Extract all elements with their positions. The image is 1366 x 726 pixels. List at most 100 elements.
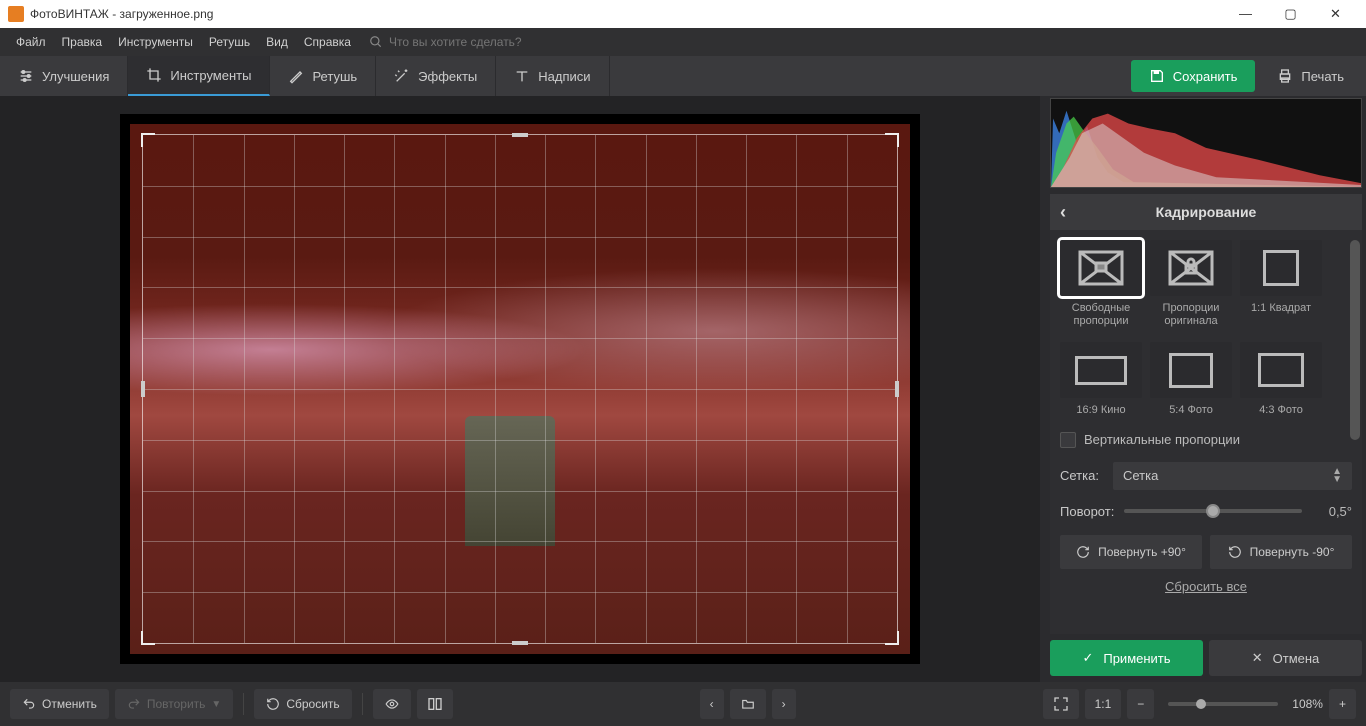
tab-improvements[interactable]: Улучшения — [0, 56, 128, 96]
menu-view[interactable]: Вид — [258, 35, 296, 49]
reset-button[interactable]: Сбросить — [254, 689, 351, 719]
slider-knob[interactable] — [1196, 699, 1206, 709]
crop-handle-left[interactable] — [141, 381, 145, 397]
chevron-right-icon: › — [782, 697, 786, 711]
menu-edit[interactable]: Правка — [54, 35, 111, 49]
chevron-down-icon: ▼ — [211, 699, 221, 710]
grid-select[interactable]: Сетка ▲▼ — [1113, 462, 1352, 490]
save-button[interactable]: Сохранить — [1131, 60, 1256, 92]
crop-handle-bl[interactable] — [141, 631, 155, 645]
tab-captions[interactable]: Надписи — [496, 56, 609, 96]
crop-handle-right[interactable] — [895, 381, 899, 397]
chevron-left-icon: ‹ — [710, 697, 714, 711]
rotate-ccw-icon — [1228, 545, 1242, 559]
redo-button[interactable]: Повторить ▼ — [115, 689, 233, 719]
crop-handle-tr[interactable] — [885, 133, 899, 147]
search-icon — [369, 35, 383, 49]
preset-label: Свободные пропорции — [1060, 302, 1142, 328]
preset-label: Пропорции оригинала — [1150, 302, 1232, 328]
plus-icon: + — [1339, 697, 1346, 711]
panel-title: Кадрирование — [1156, 204, 1257, 220]
eye-icon — [383, 697, 401, 711]
zoom-out-button[interactable]: − — [1127, 689, 1154, 719]
tab-label: Инструменты — [170, 68, 251, 83]
panel-body: Свободные пропорции Пропорции оригинала … — [1050, 230, 1362, 634]
preset-label: 1:1 Квадрат — [1240, 302, 1322, 315]
sliders-icon — [18, 68, 34, 84]
rotate-cw-icon — [1076, 545, 1090, 559]
window-title: ФотоВИНТАЖ - загруженное.png — [30, 7, 213, 21]
slider-knob[interactable] — [1206, 504, 1220, 518]
cancel-button[interactable]: ✕ Отмена — [1209, 640, 1362, 676]
preset-original[interactable]: Пропорции оригинала — [1150, 240, 1232, 328]
button-label: Повторить — [147, 697, 206, 711]
print-button[interactable]: Печать — [1259, 60, 1362, 92]
grid-label: Сетка: — [1060, 468, 1099, 483]
vertical-proportions-checkbox[interactable]: Вертикальные пропорции — [1060, 432, 1352, 448]
chevron-updown-icon: ▲▼ — [1332, 468, 1342, 484]
fit-screen-button[interactable] — [1043, 689, 1079, 719]
crop-handle-top[interactable] — [512, 133, 528, 137]
tab-tools[interactable]: Инструменты — [128, 56, 270, 96]
compare-icon — [427, 696, 443, 712]
preset-label: 4:3 Фото — [1240, 404, 1322, 417]
rotate-minus90-button[interactable]: Повернуть -90° — [1210, 535, 1352, 569]
tab-label: Надписи — [538, 69, 590, 84]
preset-169[interactable]: 16:9 Кино — [1060, 342, 1142, 417]
button-label: Отменить — [42, 697, 97, 711]
checkbox-icon — [1060, 432, 1076, 448]
zoom-slider[interactable] — [1168, 702, 1278, 706]
fit-icon — [1053, 696, 1069, 712]
folder-button[interactable] — [730, 689, 766, 719]
preview-button[interactable] — [373, 689, 411, 719]
rotate-slider[interactable] — [1124, 509, 1302, 513]
menubar: Файл Правка Инструменты Ретушь Вид Справ… — [0, 28, 1366, 56]
canvas-frame — [120, 114, 920, 664]
canvas-area[interactable] — [0, 96, 1040, 682]
reset-icon — [266, 697, 280, 711]
preset-square[interactable]: 1:1 Квадрат — [1240, 240, 1322, 328]
tool-tabs: Улучшения Инструменты Ретушь Эффекты Над… — [0, 56, 1366, 96]
rotate-plus90-button[interactable]: Повернуть +90° — [1060, 535, 1202, 569]
compare-button[interactable] — [417, 689, 453, 719]
crop-handle-br[interactable] — [885, 631, 899, 645]
preset-54[interactable]: 5:4 Фото — [1150, 342, 1232, 417]
magic-wand-icon — [394, 68, 410, 84]
minus-icon: − — [1137, 697, 1144, 711]
panel-scrollbar[interactable] — [1350, 240, 1360, 624]
menu-help[interactable]: Справка — [296, 35, 359, 49]
tab-label: Эффекты — [418, 69, 477, 84]
window-controls: — ▢ ✕ — [1223, 6, 1358, 22]
tab-label: Улучшения — [42, 69, 109, 84]
histogram[interactable] — [1050, 98, 1362, 188]
button-label: Сбросить — [286, 697, 339, 711]
folder-prev-button[interactable]: ‹ — [700, 689, 724, 719]
tab-retouch[interactable]: Ретушь — [270, 56, 376, 96]
menu-file[interactable]: Файл — [8, 35, 54, 49]
zoom-in-button[interactable]: + — [1329, 689, 1356, 719]
actual-size-button[interactable]: 1:1 — [1085, 689, 1122, 719]
search-input[interactable] — [389, 35, 589, 49]
crop-overlay[interactable] — [142, 134, 898, 644]
undo-button[interactable]: Отменить — [10, 689, 109, 719]
panel-back-button[interactable]: ‹ — [1060, 202, 1066, 223]
print-icon — [1277, 68, 1293, 84]
reset-all-link[interactable]: Сбросить все — [1060, 579, 1352, 594]
tab-effects[interactable]: Эффекты — [376, 56, 496, 96]
brush-icon — [288, 68, 304, 84]
panel-header: ‹ Кадрирование — [1050, 194, 1362, 230]
minimize-button[interactable]: — — [1223, 6, 1268, 22]
folder-next-button[interactable]: › — [772, 689, 796, 719]
check-icon: ✓ — [1082, 650, 1093, 666]
apply-button[interactable]: ✓ Применить — [1050, 640, 1203, 676]
bottombar: Отменить Повторить ▼ Сбросить ‹ › 1:1 − … — [0, 682, 1366, 726]
close-button[interactable]: ✕ — [1313, 6, 1358, 22]
zoom-value: 108% — [1292, 697, 1323, 711]
preset-43[interactable]: 4:3 Фото — [1240, 342, 1322, 417]
menu-retouch[interactable]: Ретушь — [201, 35, 258, 49]
maximize-button[interactable]: ▢ — [1268, 6, 1313, 22]
crop-handle-bottom[interactable] — [512, 641, 528, 645]
menu-tools[interactable]: Инструменты — [110, 35, 201, 49]
preset-free[interactable]: Свободные пропорции — [1060, 240, 1142, 328]
crop-handle-tl[interactable] — [141, 133, 155, 147]
